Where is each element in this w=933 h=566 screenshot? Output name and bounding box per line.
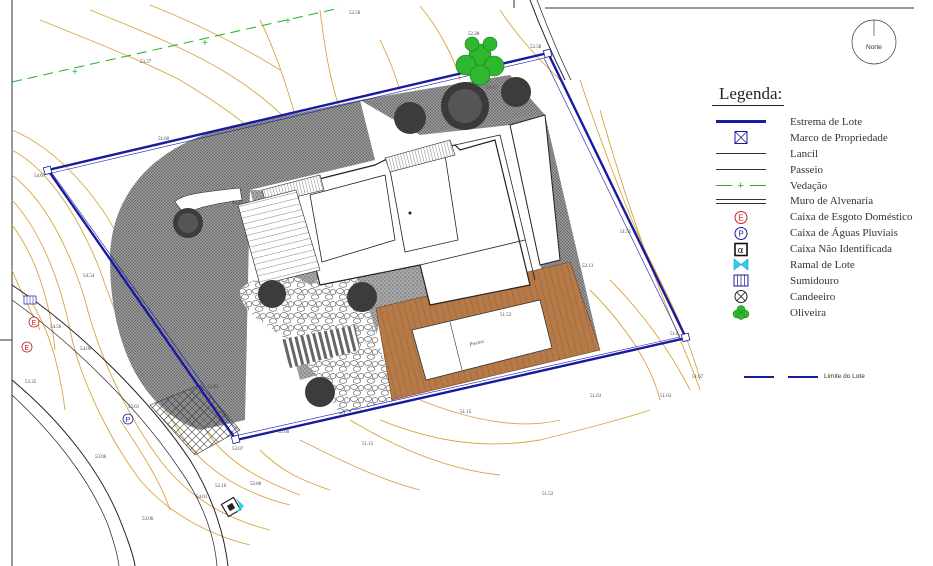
circle-x-icon — [712, 289, 770, 304]
legend-item: Sumidouro — [712, 273, 927, 289]
legend-item: P Caixa de Águas Pluviais — [712, 225, 927, 241]
elevation-label: 53.27 — [140, 60, 152, 65]
legend-item-label: Vedação — [790, 179, 828, 192]
elevation-label: 51.52 — [542, 492, 554, 497]
cyan-bowtie-icon — [712, 257, 770, 272]
svg-text:α: α — [738, 246, 744, 256]
legend-item-label: Candeeiro — [790, 290, 836, 303]
elevation-label: 51.60 — [158, 137, 170, 142]
elevation-label: 52.58 — [530, 45, 542, 50]
elevation-label: 54.67 — [34, 174, 46, 179]
boxed-alpha-icon: α — [712, 242, 770, 257]
svg-text:+: + — [285, 16, 291, 27]
elevation-label: 51.15 — [362, 442, 374, 447]
legend: Legenda: Estrema de Lote Marco de Proprie… — [712, 84, 927, 321]
elevation-label: 54.54 — [83, 274, 95, 279]
elevation-label: 54.00 — [80, 347, 92, 352]
legend-item: Oliveira — [712, 305, 927, 321]
elevation-label: 51.63 — [590, 394, 602, 399]
lot-limit-label: Limite do Lote — [824, 373, 865, 380]
elevation-label: 53.35 — [25, 380, 37, 385]
elevation-label: 51.67 — [692, 375, 704, 380]
legend-item: + Vedação — [712, 178, 927, 194]
svg-text:+: + — [202, 38, 208, 49]
legend-item-label: Caixa Não Identificada — [790, 243, 893, 256]
svg-text:E: E — [25, 345, 30, 352]
svg-text:P: P — [738, 229, 743, 238]
elevation-label: 52.86 — [250, 482, 262, 487]
legend-item-label: Caixa de Esgoto Doméstico — [790, 211, 913, 224]
legend-item-label: Ramal de Lote — [790, 258, 855, 271]
elevation-label: 51.6 — [670, 332, 679, 337]
legend-item: Estrema de Lote — [712, 114, 927, 130]
thick-blue-line-icon — [712, 114, 770, 129]
elevation-label: 52.16 — [215, 484, 227, 489]
legend-items: Estrema de Lote Marco de Propriedade Lanci… — [712, 114, 927, 321]
legend-item-label: Passeio — [790, 163, 823, 176]
legend-item-label: Caixa de Águas Pluviais — [790, 227, 898, 240]
north-label: Norte — [866, 44, 882, 51]
boxed-x-icon — [712, 130, 770, 145]
elevation-label: 51.63 — [660, 394, 672, 399]
legend-item: Passeio — [712, 162, 927, 178]
legend-item-label: Estrema de Lote — [790, 115, 863, 128]
legend-title: Legenda: — [712, 84, 785, 106]
elevation-label: 52.50 — [349, 11, 361, 16]
legend-item-label: Sumidouro — [790, 274, 839, 287]
elevation-label: 52.28 — [468, 32, 480, 37]
legend-item-label: Marco de Propriedade — [790, 131, 888, 144]
elevation-label: 53.06 — [95, 455, 107, 460]
legend-item-label: Lancil — [790, 147, 819, 160]
lot-limit-legend: Limite do Lote — [744, 373, 865, 380]
elevation-label: 53.07 — [232, 447, 244, 452]
elevation-label: 53.27 — [232, 201, 244, 206]
hatched-box-icon — [712, 273, 770, 288]
elevation-label: 53.61 — [128, 405, 140, 410]
svg-text:+: + — [72, 67, 78, 78]
thin-line-icon — [712, 162, 770, 177]
green-dashed-plus-icon: + — [712, 178, 770, 193]
elevation-label: 54.56 — [50, 325, 62, 330]
elevation-label: 52.60 — [278, 430, 290, 435]
legend-item: Ramal de Lote — [712, 257, 927, 273]
legend-item: Marco de Propriedade — [712, 130, 927, 146]
legend-item: Lancil — [712, 146, 927, 162]
legend-item: α Caixa Não Identificada — [712, 241, 927, 257]
elevation-label: 53.17 — [486, 86, 498, 91]
svg-text:+: + — [738, 180, 744, 192]
elevation-label: 54.01 — [196, 495, 208, 500]
svg-text:P: P — [126, 417, 131, 424]
svg-text:E: E — [738, 213, 743, 222]
north-arrow: Norte — [851, 19, 897, 65]
legend-item-label: Muro de Alvenaria — [790, 195, 874, 208]
legend-item-label: Oliveira — [790, 306, 827, 319]
elevation-label: 51.55 — [620, 230, 632, 235]
green-tree-icon — [712, 305, 770, 320]
circle-p-icon: P — [712, 226, 770, 241]
elevation-label: 53.06 — [142, 517, 154, 522]
elevation-label: 51.15 — [460, 410, 472, 415]
legend-item: Muro de Alvenaria — [712, 193, 927, 209]
legend-item: Candeeiro — [712, 289, 927, 305]
elevation-label: 52.03 — [207, 385, 219, 390]
elevation-label: 51.53 — [500, 313, 512, 318]
svg-text:E: E — [32, 320, 37, 327]
elevation-label: 52.13 — [582, 264, 594, 269]
double-line-icon — [712, 194, 770, 209]
thin-line-icon — [712, 146, 770, 161]
lot-limit-line-icon — [744, 375, 818, 378]
legend-item: E Caixa de Esgoto Doméstico — [712, 209, 927, 225]
circle-e-icon: E — [712, 210, 770, 225]
hedge-fence: + + + — [11, 7, 341, 83]
